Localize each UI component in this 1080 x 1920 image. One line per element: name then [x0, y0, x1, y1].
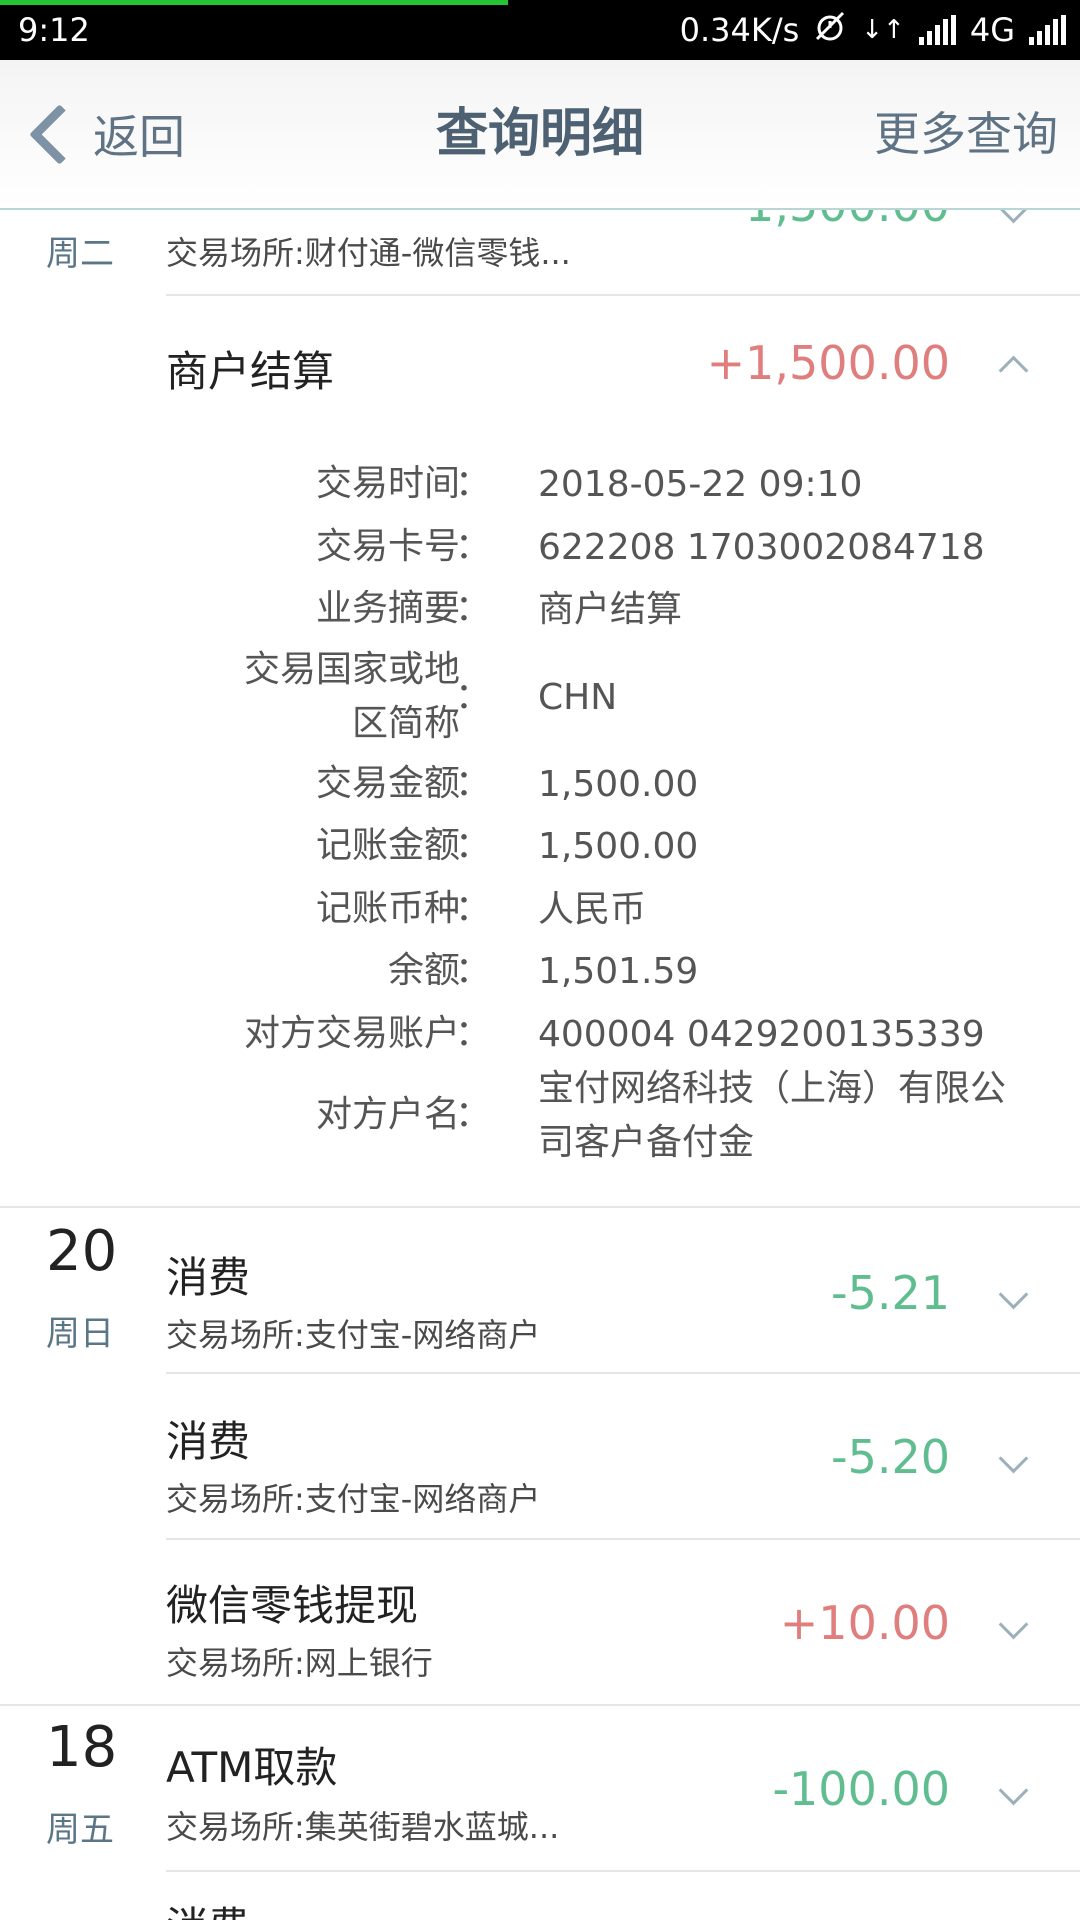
chevron-down-icon [998, 1279, 1029, 1310]
detail-colon: ： [455, 1094, 492, 1135]
transaction-item-expanded[interactable]: 商户结算 +1,500.00 [0, 296, 1080, 416]
detail-value: 1,500.00 [538, 764, 699, 805]
transaction-amount: -5.20 [830, 1430, 950, 1484]
detail-value: 1,501.59 [538, 951, 699, 992]
more-query-button[interactable]: 更多查询 [874, 98, 1058, 170]
detail-label: 区简称 [351, 703, 460, 744]
transaction-item[interactable]: 消费 [0, 1872, 1080, 1920]
detail-value: 622208 1703002084718 [538, 527, 985, 568]
transaction-details: 交易时间 ： 2018-05-22 09:10 交易卡号 ： 622208 17… [0, 458, 1080, 1218]
transaction-title: 消费 [166, 1894, 250, 1920]
transaction-amount: +1,500.00 [706, 336, 950, 390]
detail-value: 宝付网络科技（上海）有限公 [538, 1068, 1007, 1109]
detail-label: 交易国家或地 [243, 649, 460, 690]
detail-colon: ： [455, 825, 492, 866]
detail-label: 对方户名 [315, 1094, 460, 1135]
transaction-location: 交易场所:网上银行 [166, 1644, 433, 1682]
detail-value: 400004 0429200135339 [538, 1014, 985, 1055]
detail-colon: ： [455, 950, 492, 991]
detail-label: 业务摘要 [315, 588, 460, 629]
detail-label: 余额 [387, 950, 460, 991]
detail-label: 记账金额 [315, 825, 460, 866]
detail-value: CHN [538, 677, 618, 718]
transaction-title: 商户结算 [166, 347, 335, 396]
status-time: 9:12 [18, 11, 90, 49]
detail-label: 交易时间 [315, 463, 460, 504]
detail-label: 记账币种 [315, 888, 460, 929]
status-bar: 9:12 0.34K/s ↓↑ 4G [0, 0, 1080, 60]
detail-colon: ： [455, 526, 492, 567]
detail-colon: ： [455, 763, 492, 804]
transaction-title: 微信零钱提现 [166, 1581, 419, 1630]
detail-colon: ： [455, 463, 492, 504]
transaction-list[interactable]: -1,500.00 周二 交易场所:财付通-微信零钱... 商户结算 +1,50… [0, 208, 1080, 1920]
detail-label: 交易卡号 [315, 526, 460, 567]
transaction-item[interactable]: ATM取款 交易场所:集英街碧水蓝城... -100.00 [0, 1706, 1080, 1870]
transaction-item[interactable]: -1,500.00 周二 交易场所:财付通-微信零钱... [0, 208, 1080, 294]
chevron-down-icon [998, 208, 1029, 224]
transaction-title: 消费 [166, 1253, 251, 1302]
transaction-item[interactable]: 消费 交易场所:支付宝-网络商户 -5.20 [0, 1374, 1080, 1538]
detail-value: 商户结算 [538, 589, 683, 630]
transaction-location: 交易场所:财付通-微信零钱... [166, 234, 571, 272]
detail-label: 交易金额 [315, 763, 460, 804]
status-icons: 0.34K/s ↓↑ 4G [680, 10, 1066, 50]
transaction-location: 交易场所:支付宝-网络商户 [166, 1480, 541, 1518]
chevron-down-icon [998, 1443, 1029, 1474]
chevron-down-icon [998, 1775, 1029, 1806]
signal-icon [918, 15, 956, 45]
signal-icon [1029, 15, 1066, 45]
nav-bar: 返回 查询明细 更多查询 [0, 60, 1080, 210]
network-type: 4G [969, 11, 1015, 49]
net-speed: 0.34K/s [679, 11, 800, 49]
detail-colon: ： [455, 1013, 492, 1054]
data-arrows-icon: ↓↑ [861, 15, 905, 45]
chevron-up-icon[interactable] [998, 355, 1029, 386]
detail-label: 对方交易账户 [243, 1013, 460, 1054]
weekday-label: 周二 [46, 234, 114, 274]
transaction-title: ATM取款 [166, 1743, 338, 1792]
detail-value: 1,500.00 [538, 826, 699, 867]
detail-colon: ： [455, 588, 492, 629]
detail-value: 2018-05-22 09:10 [538, 464, 863, 505]
detail-colon: ： [455, 676, 492, 717]
transaction-item[interactable]: 消费 交易场所:支付宝-网络商户 -5.21 [0, 1208, 1080, 1372]
transaction-location: 交易场所:集英街碧水蓝城... [166, 1808, 560, 1846]
page-load-progress [0, 0, 508, 5]
alarm-off-icon [813, 9, 847, 51]
transaction-location: 交易场所:支付宝-网络商户 [166, 1316, 541, 1354]
transaction-item[interactable]: 微信零钱提现 交易场所:网上银行 +10.00 [0, 1540, 1080, 1704]
chevron-down-icon [998, 1609, 1029, 1640]
transaction-amount: +10.00 [779, 1596, 950, 1650]
detail-value: 人民币 [538, 889, 647, 930]
detail-colon: ： [455, 888, 492, 929]
transaction-amount: -5.21 [830, 1266, 950, 1320]
transaction-amount: -1,500.00 [729, 208, 950, 232]
transaction-amount: -100.00 [772, 1762, 950, 1816]
detail-value: 司客户备付金 [538, 1122, 755, 1163]
transaction-title: 消费 [166, 1417, 251, 1466]
